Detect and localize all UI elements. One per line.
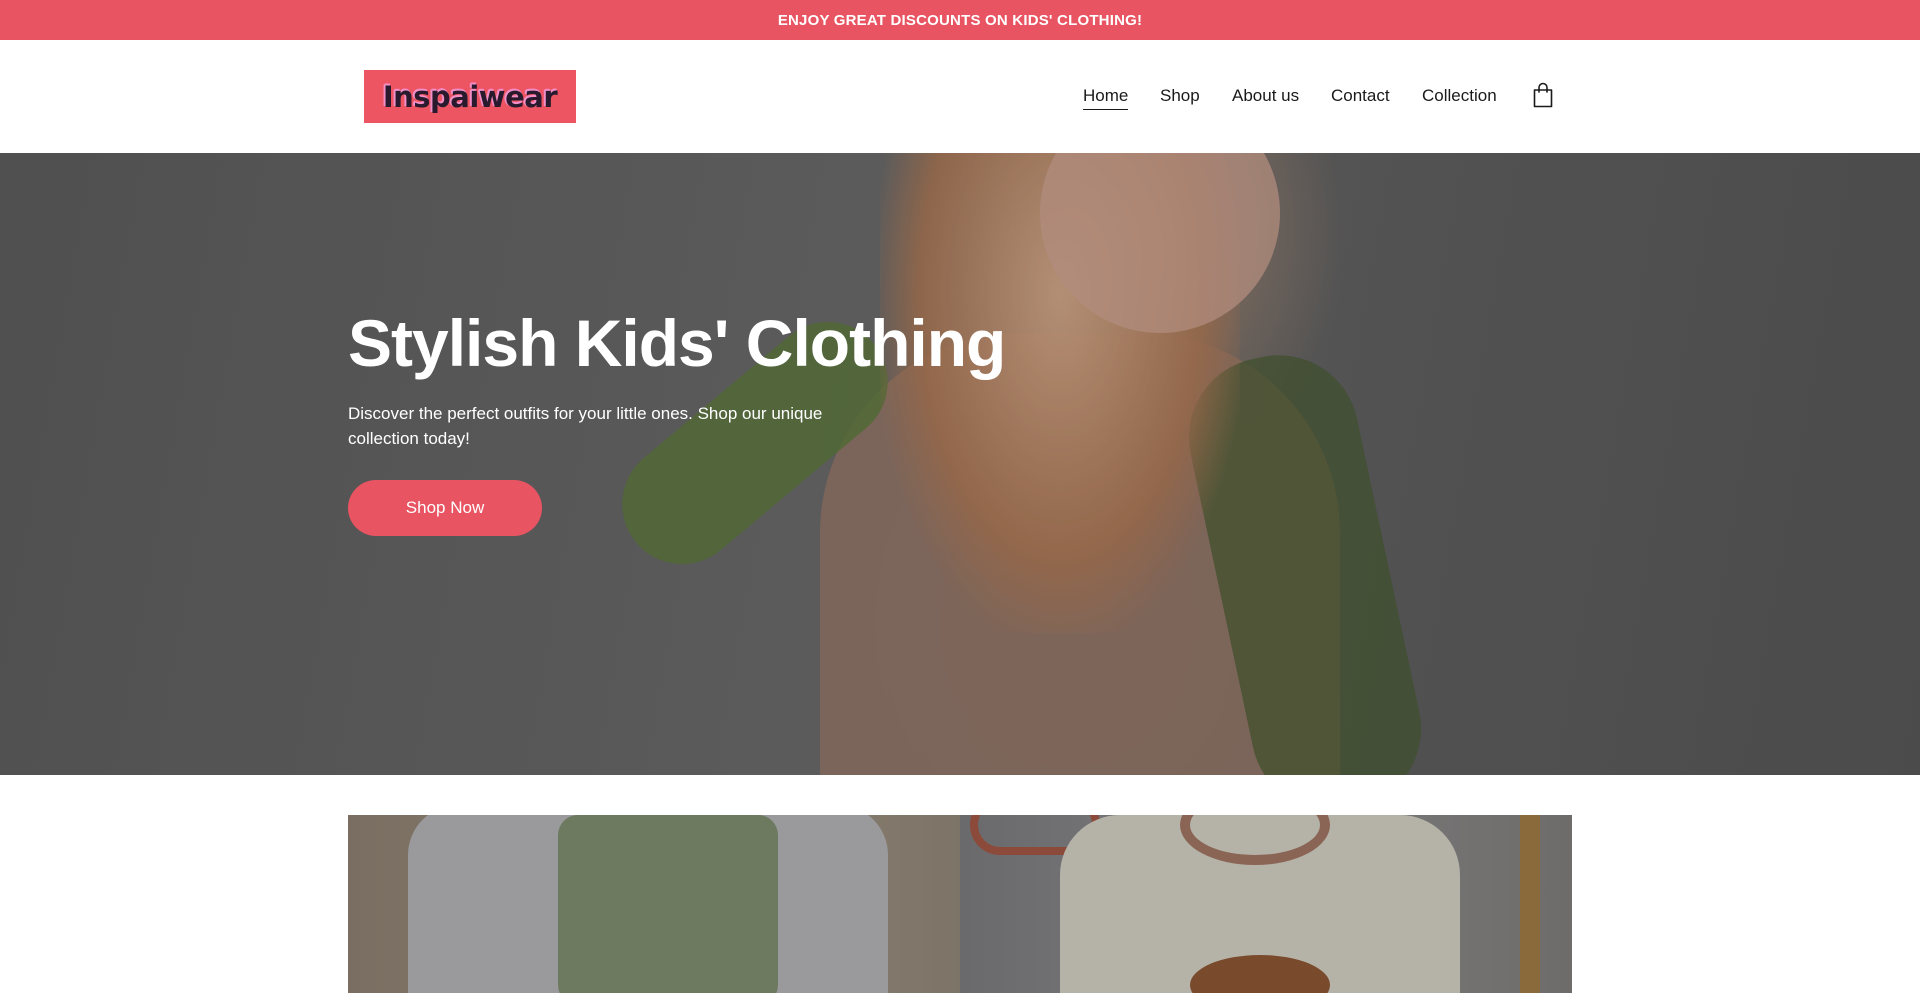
announcement-text: ENJOY GREAT DISCOUNTS ON KIDS' CLOTHING! [777,11,1143,29]
gallery-tile-tshirt[interactable] [960,815,1572,993]
hero-subtitle: Discover the perfect outfits for your li… [348,404,823,448]
product-gallery [348,815,1572,993]
hero-title: Stylish Kids' Clothing [348,306,1006,380]
shopping-bag-icon[interactable] [1532,82,1554,108]
brand-logo[interactable]: Inspaiwear [364,70,576,123]
site-header: Inspaiwear Home Shop About us Contact Co… [0,40,1920,153]
hero-banner [0,153,1920,775]
gallery-tile-overalls[interactable] [348,815,960,993]
nav-item-home[interactable]: Home [1083,86,1129,110]
nav-item-collection[interactable]: Collection [1422,86,1497,106]
brand-logo-text: Inspaiwear [382,79,558,114]
announcement-bar: ENJOY GREAT DISCOUNTS ON KIDS' CLOTHING! [0,0,1920,40]
nav-item-contact[interactable]: Contact [1331,86,1390,106]
shop-now-button[interactable]: Shop Now [348,480,542,536]
nav-item-shop[interactable]: Shop [1160,86,1200,106]
nav-item-about-us[interactable]: About us [1232,86,1299,106]
